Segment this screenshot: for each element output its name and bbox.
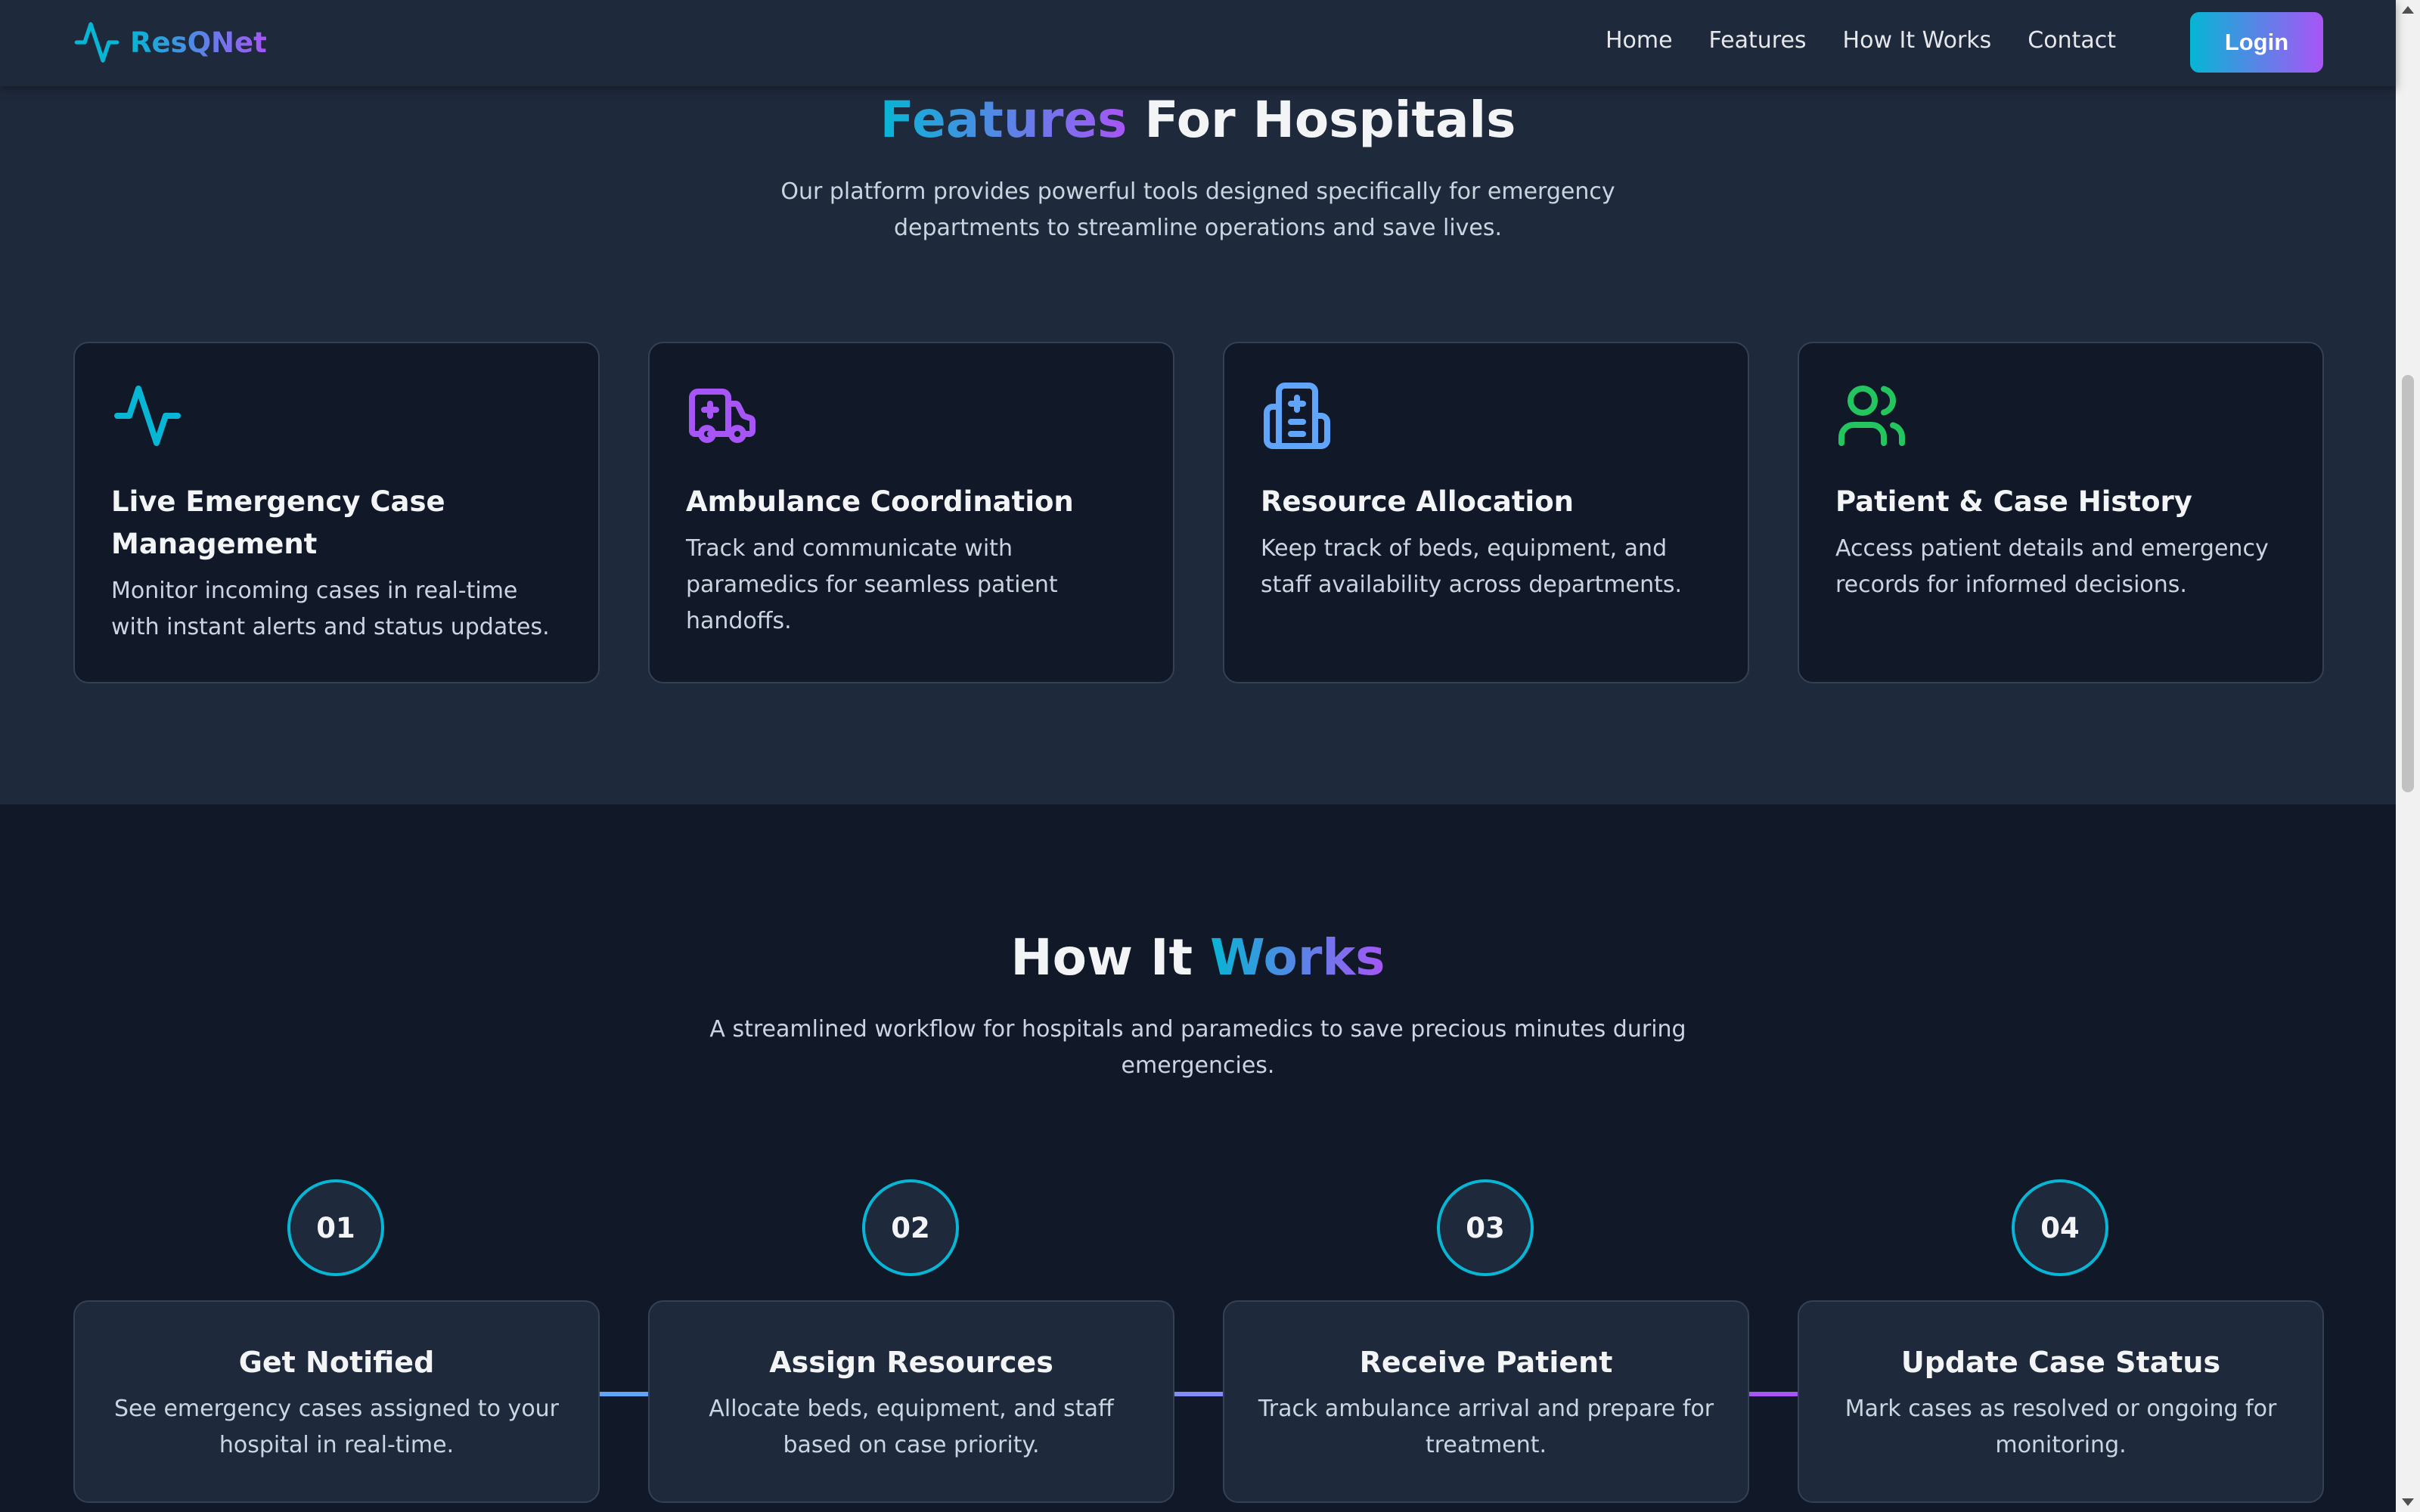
feature-card-desc: Monitor incoming cases in real-time with… bbox=[111, 578, 550, 640]
step-card-title: Get Notified bbox=[238, 1346, 435, 1379]
page-scrollbar[interactable] bbox=[2396, 0, 2420, 1512]
feature-card-ambulance: Ambulance Coordination Track and communi… bbox=[648, 342, 1174, 683]
step-connector bbox=[599, 1392, 650, 1396]
step-card-get-notified: Get Notified See emergency cases assigne… bbox=[73, 1300, 600, 1503]
step-card-assign-resources: Assign Resources Allocate beds, equipmen… bbox=[648, 1300, 1174, 1503]
nav-link-features[interactable]: Features bbox=[1709, 27, 1807, 54]
brand-logo[interactable]: ResQNet bbox=[73, 18, 267, 67]
nav-link-contact[interactable]: Contact bbox=[2028, 27, 2116, 54]
step-card-title: Assign Resources bbox=[769, 1346, 1053, 1379]
step-connector bbox=[1174, 1392, 1225, 1396]
brand-name: ResQNet bbox=[130, 26, 267, 59]
scroll-down-arrow-icon[interactable] bbox=[2402, 1498, 2414, 1506]
step-card-desc: Allocate beds, equipment, and staff base… bbox=[709, 1396, 1114, 1458]
features-section: Features For Hospitals Our platform prov… bbox=[0, 0, 2396, 804]
how-it-works-subtitle: A streamlined workflow for hospitals and… bbox=[709, 1016, 1686, 1079]
scroll-up-arrow-icon[interactable] bbox=[2402, 6, 2414, 14]
step-card-desc: Track ambulance arrival and prepare for … bbox=[1258, 1396, 1714, 1458]
activity-icon bbox=[114, 386, 181, 446]
nav-link-how-it-works[interactable]: How It Works bbox=[1843, 27, 1992, 54]
step-card-title: Receive Patient bbox=[1359, 1346, 1613, 1379]
feature-card-desc: Track and communicate with paramedics fo… bbox=[686, 535, 1058, 634]
step-number-badge: 02 bbox=[862, 1179, 959, 1276]
feature-card-title: Ambulance Coordination bbox=[686, 485, 1074, 518]
features-subtitle: Our platform provides powerful tools des… bbox=[780, 178, 1615, 241]
step-card-desc: See emergency cases assigned to your hos… bbox=[113, 1396, 560, 1458]
step-card-title: Update Case Status bbox=[1900, 1346, 2221, 1379]
top-navbar: ResQNet Home Features How It Works Conta… bbox=[0, 0, 2396, 86]
feature-card-title: Live Emergency Case Management bbox=[111, 485, 445, 560]
nav-links: Home Features How It Works Contact bbox=[1606, 27, 2116, 54]
scrollbar-thumb[interactable] bbox=[2402, 375, 2414, 792]
feature-card-patient-history: Patient & Case History Access patient de… bbox=[1798, 342, 2324, 683]
step-connector bbox=[1748, 1392, 1800, 1396]
step-card-desc: Mark cases as resolved or ongoing for mo… bbox=[1844, 1396, 2277, 1458]
feature-card-desc: Access patient details and emergency rec… bbox=[1835, 535, 2269, 598]
features-title: Features For Hospitals bbox=[880, 91, 1516, 149]
step-number-badge: 01 bbox=[287, 1179, 384, 1276]
step-number-badge: 04 bbox=[2012, 1179, 2108, 1276]
users-icon bbox=[1838, 386, 1905, 446]
nav-link-home[interactable]: Home bbox=[1606, 27, 1673, 54]
step-number-badge: 03 bbox=[1437, 1179, 1534, 1276]
how-it-works-title: How It Works bbox=[1010, 928, 1385, 987]
pulse-logo-icon bbox=[74, 22, 119, 63]
feature-card-title: Resource Allocation bbox=[1261, 485, 1574, 518]
feature-card-live-emergency: Live Emergency Case Management Monitor i… bbox=[73, 342, 600, 683]
feature-card-desc: Keep track of beds, equipment, and staff… bbox=[1261, 535, 1683, 598]
login-button[interactable]: Login bbox=[2190, 12, 2323, 73]
feature-card-title: Patient & Case History bbox=[1835, 485, 2192, 518]
ambulance-icon bbox=[689, 389, 755, 443]
step-card-receive-patient: Receive Patient Track ambulance arrival … bbox=[1223, 1300, 1749, 1503]
feature-card-resource: Resource Allocation Keep track of beds, … bbox=[1223, 342, 1749, 683]
hospital-icon bbox=[1264, 383, 1330, 449]
step-card-update-status: Update Case Status Mark cases as resolve… bbox=[1798, 1300, 2324, 1503]
